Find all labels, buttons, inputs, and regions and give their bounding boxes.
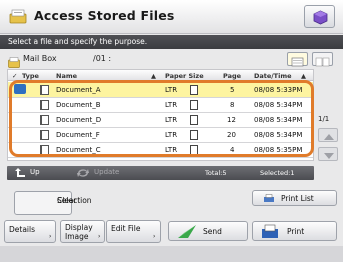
edit-file-button[interactable]: Edit File › xyxy=(106,220,161,243)
thumbnail-view-button[interactable] xyxy=(312,52,333,67)
send-label: Send xyxy=(203,227,222,236)
details-button[interactable]: Details › xyxy=(4,220,56,243)
column-page[interactable]: Page xyxy=(223,72,241,80)
select-all-check-icon[interactable]: ✓ xyxy=(12,72,17,80)
scroll-down-button[interactable] xyxy=(318,147,338,161)
clear-label-line2: Selection xyxy=(57,196,92,205)
thumbnail-view-icon xyxy=(315,57,330,67)
sort-arrow-icon: ▲ xyxy=(151,72,156,80)
app-menu-button[interactable] xyxy=(304,5,335,28)
column-name[interactable]: Name xyxy=(56,72,77,80)
edit-file-label: Edit File xyxy=(111,224,141,233)
print-icon xyxy=(262,224,278,238)
details-label: Details xyxy=(9,225,36,234)
arrow-down-icon xyxy=(324,153,334,159)
print-label: Print xyxy=(287,227,305,236)
display-image-button[interactable]: Display Image › xyxy=(60,220,105,243)
send-icon xyxy=(178,225,196,238)
submenu-arrow-icon: › xyxy=(49,233,52,240)
refresh-icon xyxy=(77,169,89,177)
display-label-line2: Image xyxy=(65,232,89,241)
instruction-bar: Select a file and specify the purpose. xyxy=(0,35,343,49)
printer-icon xyxy=(264,194,274,202)
display-image-label: Display Image xyxy=(65,223,93,241)
print-button[interactable]: Print xyxy=(252,221,337,241)
print-list-label: Print List xyxy=(281,194,314,203)
selected-count: Selected:1 xyxy=(260,169,295,177)
mailbox-icon xyxy=(8,53,20,68)
submenu-arrow-icon: › xyxy=(153,233,156,240)
page-title: Access Stored Files xyxy=(34,8,175,23)
arrow-up-icon xyxy=(324,134,334,140)
total-count: Total:5 xyxy=(205,169,227,177)
up-label: Up xyxy=(30,168,40,176)
cube-icon xyxy=(313,10,328,25)
up-folder-icon xyxy=(15,168,25,177)
stored-files-icon xyxy=(9,8,27,24)
column-sort-icon: ▲ xyxy=(301,72,306,80)
scroll-up-button[interactable] xyxy=(318,128,338,142)
print-list-button[interactable]: Print List xyxy=(252,190,337,206)
highlight-frame xyxy=(9,80,314,157)
column-paper-size[interactable]: Paper Size xyxy=(165,72,204,80)
mailbox-path: /01 : xyxy=(93,54,112,63)
submenu-arrow-icon: › xyxy=(98,233,101,240)
clear-selection-button[interactable]: Clear Selection xyxy=(14,191,92,215)
up-button[interactable]: Up xyxy=(8,167,66,179)
footer-bar xyxy=(0,246,343,262)
list-view-icon xyxy=(291,57,304,67)
page-counter: 1/1 xyxy=(318,115,330,123)
mailbox-label: Mail Box xyxy=(23,54,57,63)
update-label: Update xyxy=(94,168,120,176)
list-view-button[interactable] xyxy=(287,52,308,67)
send-button[interactable]: Send xyxy=(168,221,248,241)
update-button[interactable]: Update xyxy=(72,167,142,179)
display-label-line1: Display xyxy=(65,223,93,232)
column-type[interactable]: Type xyxy=(22,72,39,80)
column-datetime[interactable]: Date/Time xyxy=(254,72,292,80)
